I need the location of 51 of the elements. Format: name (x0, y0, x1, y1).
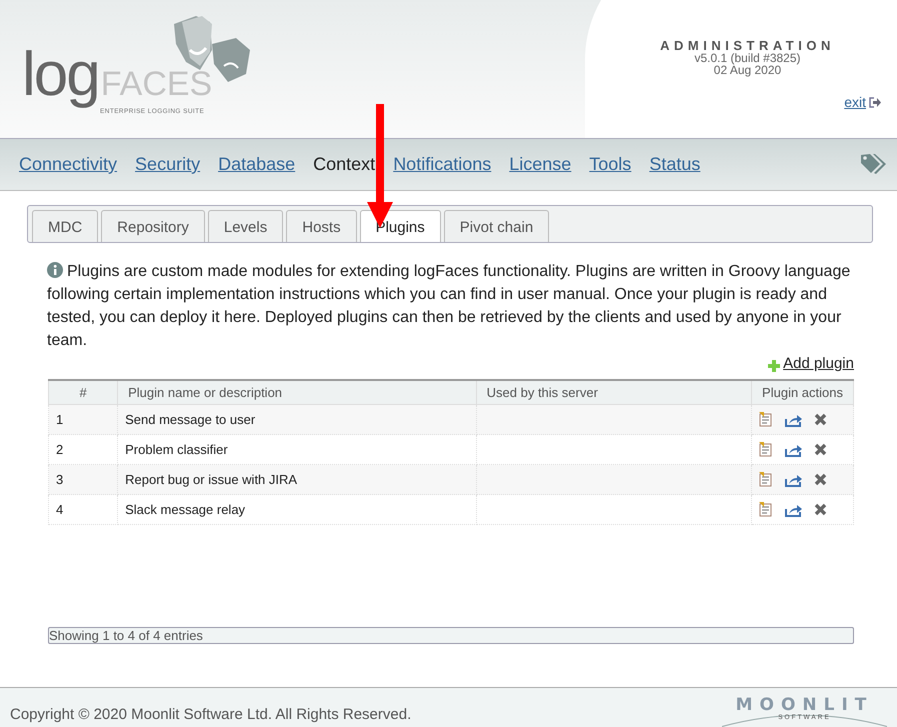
edit-document-icon[interactable] (759, 472, 774, 487)
tab[interactable]: Plugins (360, 210, 441, 242)
admin-title: ADMINISTRATION (659, 40, 836, 52)
table-cell: 4 (48, 494, 118, 524)
nav-link[interactable]: Security (135, 154, 200, 175)
delete-icon[interactable] (814, 443, 828, 456)
column-header: # (48, 380, 118, 404)
table-cell: 1 (48, 404, 118, 434)
tab[interactable]: Pivot chain (444, 210, 550, 242)
add-plugin-link[interactable]: Add plugin (768, 355, 854, 372)
export-icon[interactable] (785, 442, 802, 456)
exit-icon (869, 96, 881, 108)
version-text: v5.0.1 (build #3825) (693, 52, 802, 64)
date-text: 02 Aug 2020 (712, 64, 782, 76)
nav-link[interactable]: License (509, 154, 572, 175)
nav-link[interactable]: Connectivity (19, 154, 118, 175)
export-icon[interactable] (785, 472, 802, 486)
tab[interactable]: Levels (208, 210, 284, 242)
delete-icon[interactable] (814, 503, 828, 516)
table-cell: Send message to user (118, 404, 476, 434)
tags-icon (861, 153, 887, 175)
edit-document-icon[interactable] (759, 442, 774, 457)
exit-link[interactable]: exit (844, 94, 881, 110)
logo-text: log (22, 44, 99, 106)
nav-link[interactable]: Database (218, 154, 296, 175)
table-cell: Slack message relay (118, 494, 476, 524)
delete-icon[interactable] (814, 413, 828, 426)
description-text: Plugins are custom made modules for extending logFaces functionality. Plugins are written in Groovy language following certain implementation instructions which you can find in user manual. Once your plugin is ready and tested, you can deploy it here. Deployed plugins can then be retrieved by the clients and used by anyone in your team. (47, 261, 852, 351)
nav-link[interactable]: Notifications (393, 154, 492, 175)
table-cell: Report bug or issue with JIRA (118, 464, 476, 494)
tab[interactable]: MDC (32, 210, 98, 242)
tab[interactable]: Hosts (286, 210, 357, 242)
copyright-text: Copyright © 2020 Moonlit Software Ltd. All Rights Reserved. (10, 706, 412, 723)
table-info: Showing 1 to 4 of 4 entries (48, 627, 854, 644)
plus-icon (768, 360, 780, 372)
column-header: Plugin actions (752, 380, 854, 404)
nav-link[interactable]: Tools (589, 154, 632, 175)
delete-icon[interactable] (814, 473, 828, 486)
logo-text: MOONLIT (736, 696, 874, 714)
nav-link[interactable]: Status (649, 154, 700, 175)
arc-swoosh-icon (722, 714, 887, 726)
info-icon (47, 262, 63, 278)
edit-document-icon[interactable] (759, 412, 774, 427)
nav-link[interactable]: Context (313, 154, 376, 175)
tab[interactable]: Repository (101, 210, 205, 242)
export-icon[interactable] (785, 502, 802, 516)
column-header: Used by this server (476, 380, 752, 404)
edit-document-icon[interactable] (759, 502, 774, 517)
column-header: Plugin name or description (118, 380, 476, 404)
table-cell: 3 (48, 464, 118, 494)
export-icon[interactable] (785, 412, 802, 426)
